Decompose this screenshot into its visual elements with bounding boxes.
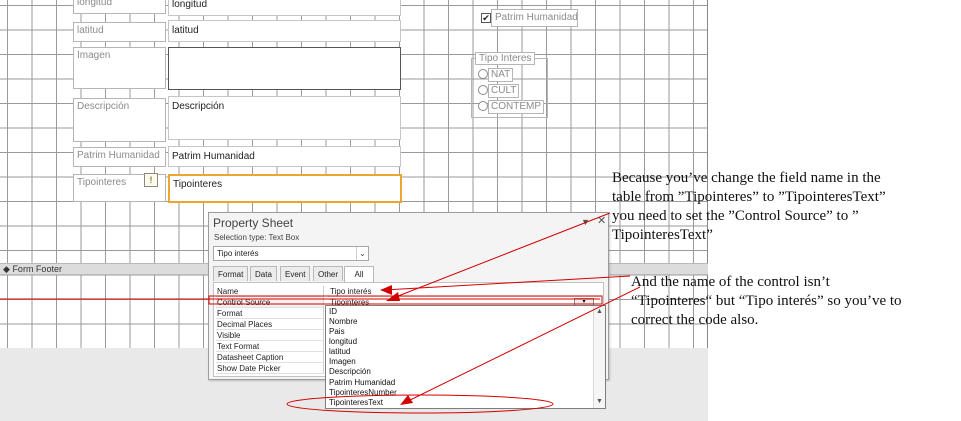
form-footer-label: Form Footer <box>12 264 62 274</box>
dropdown-item[interactable]: ID <box>329 307 337 317</box>
dropdown-item[interactable]: Descripción <box>329 367 371 377</box>
tab-format[interactable]: Format <box>213 266 249 281</box>
dropdown-item[interactable]: longitud <box>329 337 357 347</box>
note2-line: correct the code also. <box>631 312 759 328</box>
note1-line: table from ”Tipointeres” to ”Tipointeres… <box>612 189 886 205</box>
option-label: CULT <box>488 84 520 98</box>
selection-type-text: Selection type: Text Box <box>214 233 300 242</box>
note1-line: you need to set the ”Control Source” to … <box>612 208 859 224</box>
close-icon[interactable]: ✕ <box>597 214 606 227</box>
scroll-up-icon[interactable]: ▲ <box>594 306 605 318</box>
image-frame[interactable] <box>168 47 401 90</box>
screenshot-root: longitud longitud latitud latitud Imagen… <box>0 0 961 421</box>
property-row[interactable]: Name Tipo interés <box>214 286 603 297</box>
checkbox-patrim-humanidad[interactable]: ✔ <box>481 13 491 23</box>
note1-line: Because you’ve change the field name in … <box>612 170 881 186</box>
field-textbox-latitud[interactable]: latitud <box>168 20 401 42</box>
annotation-note-1: Because you’ve change the field name in … <box>612 169 957 245</box>
dropdown-item[interactable]: TipointeresNumber <box>329 388 397 398</box>
field-label-longitud[interactable]: longitud <box>73 0 166 14</box>
field-textbox-longitud[interactable]: longitud <box>168 0 401 16</box>
property-name: Format <box>216 308 324 319</box>
property-name: Decimal Places <box>216 319 324 330</box>
radio-icon[interactable] <box>478 101 488 111</box>
property-name: Name <box>216 286 324 297</box>
dropdown-item[interactable]: Imagen <box>329 357 356 367</box>
dropdown-arrow-icon[interactable]: ▼ <box>581 217 590 227</box>
field-textbox-descripcion[interactable]: Descripción <box>168 96 401 140</box>
property-name: Control Source <box>216 297 324 308</box>
property-name: Text Format <box>216 341 324 352</box>
dropdown-item[interactable]: Nombre <box>329 317 357 327</box>
warning-diamond-icon[interactable]: ! <box>144 173 158 187</box>
control-source-dropdown[interactable]: ID Nombre Pais longitud latitud Imagen D… <box>325 305 606 409</box>
annotation-note-2: And the name of the control isn’t “Tipoi… <box>631 273 959 330</box>
option-label: CONTEMP <box>488 100 544 114</box>
checkbox-label-patrim-humanidad[interactable]: Patrim Humanidad <box>491 9 578 27</box>
tab-all[interactable]: All <box>344 266 374 282</box>
radio-icon[interactable] <box>478 69 488 79</box>
field-label-imagen[interactable]: Imagen <box>73 47 166 89</box>
dropdown-scrollbar[interactable]: ▲ ▼ <box>593 306 605 408</box>
control-selector-value: Tipo interés <box>217 249 259 258</box>
property-name: Visible <box>216 330 324 341</box>
section-marker-icon: ◆ <box>3 264 10 274</box>
field-label-patrim-humanidad[interactable]: Patrim Humanidad <box>73 147 166 167</box>
field-label-latitud[interactable]: latitud <box>73 22 166 42</box>
dropdown-item-tipointerestext[interactable]: TipointeresText <box>329 398 383 408</box>
property-value[interactable]: Tipo interés <box>328 286 600 297</box>
property-name: Datasheet Caption <box>216 352 324 363</box>
field-label-descripcion[interactable]: Descripción <box>73 98 166 142</box>
tab-event[interactable]: Event <box>280 266 311 281</box>
dropdown-item[interactable]: Pais <box>329 327 345 337</box>
property-name: Show Date Picker <box>216 363 324 374</box>
note2-line: “Tipointeres“ but “Tipo interés” so you’… <box>631 293 902 309</box>
scroll-down-icon[interactable]: ▼ <box>594 396 605 408</box>
field-textbox-patrim-humanidad[interactable]: Patrim Humanidad <box>168 146 401 167</box>
note2-line: And the name of the control isn’t <box>631 274 830 290</box>
control-selector-combo[interactable]: Tipo interés ⌄ <box>213 246 369 261</box>
radio-icon[interactable] <box>478 85 488 95</box>
dropdown-item[interactable]: latitud <box>329 347 350 357</box>
dropdown-item[interactable]: Patrim Humanidad <box>329 378 395 388</box>
chevron-down-icon[interactable]: ⌄ <box>356 247 368 260</box>
note1-line: TipointeresText” <box>612 227 713 243</box>
tab-data[interactable]: Data <box>250 266 277 281</box>
field-textbox-tipointeres[interactable]: Tipointeres <box>168 174 402 203</box>
property-sheet-title: Property Sheet <box>213 216 294 230</box>
option-label: NAT <box>488 68 514 82</box>
tab-other[interactable]: Other <box>313 266 344 281</box>
option-group-caption: Tipo Interes <box>475 52 536 65</box>
